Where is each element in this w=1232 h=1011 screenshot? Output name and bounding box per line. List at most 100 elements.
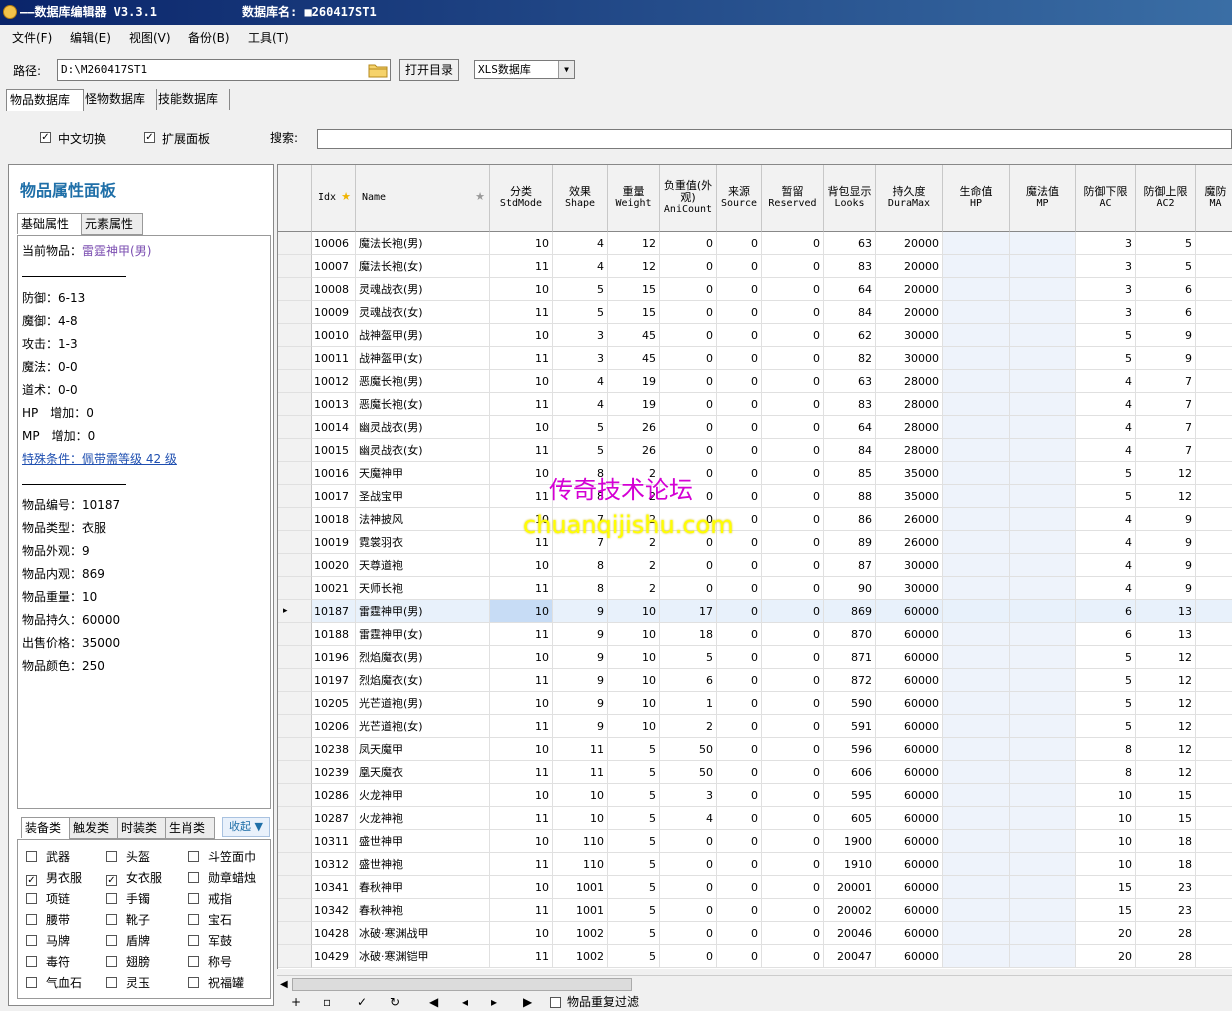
table-cell[interactable]: 64 <box>824 416 876 439</box>
menu-file[interactable]: 文件(F) <box>12 29 52 46</box>
table-cell[interactable]: 12 <box>1136 646 1196 669</box>
table-cell[interactable]: 冰破·寒渊战甲 <box>356 922 490 945</box>
table-cell[interactable] <box>943 669 1010 692</box>
table-cell[interactable] <box>943 784 1010 807</box>
table-cell[interactable]: 0 <box>762 876 824 899</box>
table-cell[interactable]: 火龙神甲 <box>356 784 490 807</box>
table-row[interactable]: 10206 光芒道袍(女) 11 9 10 2 0 0 591 60000 5 12 <box>278 715 1232 738</box>
table-row[interactable]: 10006 魔法长袍(男) 10 4 12 0 0 0 63 20000 3 5 <box>278 232 1232 255</box>
table-cell[interactable] <box>1010 784 1076 807</box>
table-cell[interactable]: 60000 <box>876 853 943 876</box>
table-cell[interactable]: 10 <box>490 232 553 255</box>
table-cell[interactable]: 0 <box>717 301 762 324</box>
table-cell[interactable]: 20 <box>1076 945 1136 968</box>
tab-element-attributes[interactable]: 元素属性 <box>81 213 143 235</box>
table-cell[interactable]: 18 <box>660 623 717 646</box>
table-cell[interactable] <box>1010 577 1076 600</box>
table-cell[interactable] <box>1196 646 1232 669</box>
table-cell[interactable]: 10428 <box>312 922 356 945</box>
table-cell[interactable]: 10 <box>490 646 553 669</box>
table-cell[interactable] <box>1010 255 1076 278</box>
table-cell[interactable] <box>943 899 1010 922</box>
table-cell[interactable]: 天尊道袍 <box>356 554 490 577</box>
table-cell[interactable]: 10188 <box>312 623 356 646</box>
category-filter-item[interactable]: ✓ 女衣服 <box>106 869 162 886</box>
table-cell[interactable]: 12 <box>1136 715 1196 738</box>
table-cell[interactable]: 12 <box>1136 738 1196 761</box>
table-cell[interactable]: 10311 <box>312 830 356 853</box>
table-cell[interactable]: 0 <box>762 347 824 370</box>
table-cell[interactable]: 10 <box>490 324 553 347</box>
table-cell[interactable] <box>1010 324 1076 347</box>
table-cell[interactable]: 10 <box>490 692 553 715</box>
table-cell[interactable]: 0 <box>762 692 824 715</box>
column-header[interactable]: 魔法值 MP <box>1010 165 1076 232</box>
table-cell[interactable]: 0 <box>660 922 717 945</box>
table-cell[interactable]: 春秋神袍 <box>356 899 490 922</box>
folder-icon[interactable] <box>368 62 388 78</box>
table-cell[interactable] <box>1010 623 1076 646</box>
table-cell[interactable]: 0 <box>717 577 762 600</box>
row-selector[interactable] <box>278 485 312 508</box>
table-cell[interactable]: 15 <box>1136 807 1196 830</box>
table-cell[interactable]: 幽灵战衣(女) <box>356 439 490 462</box>
table-cell[interactable]: 0 <box>762 554 824 577</box>
table-cell[interactable]: 2 <box>608 577 660 600</box>
table-cell[interactable] <box>1196 347 1232 370</box>
table-cell[interactable]: 5 <box>1076 347 1136 370</box>
table-cell[interactable] <box>943 554 1010 577</box>
category-checkbox[interactable] <box>188 893 199 904</box>
table-cell[interactable]: 0 <box>660 301 717 324</box>
table-cell[interactable]: 3 <box>1076 232 1136 255</box>
table-cell[interactable]: 0 <box>762 393 824 416</box>
table-cell[interactable]: 0 <box>660 347 717 370</box>
table-cell[interactable]: 60000 <box>876 899 943 922</box>
tab-basic-attributes[interactable]: 基础属性 <box>17 213 83 234</box>
table-cell[interactable]: 26000 <box>876 531 943 554</box>
table-cell[interactable]: 0 <box>717 830 762 853</box>
table-cell[interactable]: 1002 <box>553 945 608 968</box>
table-cell[interactable] <box>943 577 1010 600</box>
table-cell[interactable]: 10 <box>490 554 553 577</box>
table-cell[interactable] <box>1010 715 1076 738</box>
table-cell[interactable] <box>1010 232 1076 255</box>
table-cell[interactable] <box>1196 784 1232 807</box>
table-cell[interactable]: 11 <box>490 439 553 462</box>
table-row[interactable]: 10017 圣战宝甲 11 8 2 0 0 0 88 35000 5 12 <box>278 485 1232 508</box>
table-cell[interactable]: 10 <box>1076 784 1136 807</box>
table-row[interactable]: 10312 盛世神袍 11 110 5 0 0 0 1910 60000 10 18 <box>278 853 1232 876</box>
table-cell[interactable] <box>1196 876 1232 899</box>
category-checkbox[interactable] <box>188 851 199 862</box>
table-cell[interactable]: 9 <box>1136 508 1196 531</box>
table-row[interactable]: 10009 灵魂战衣(女) 11 5 15 0 0 0 84 20000 3 6 <box>278 301 1232 324</box>
table-cell[interactable]: 60000 <box>876 784 943 807</box>
category-filter-item[interactable]: 戒指 <box>188 890 232 907</box>
table-cell[interactable]: 4 <box>1076 554 1136 577</box>
table-cell[interactable] <box>943 439 1010 462</box>
table-cell[interactable]: 6 <box>660 669 717 692</box>
table-cell[interactable]: 10 <box>490 830 553 853</box>
table-cell[interactable]: 0 <box>660 416 717 439</box>
table-cell[interactable]: 0 <box>762 232 824 255</box>
table-cell[interactable]: 606 <box>824 761 876 784</box>
column-header[interactable]: Idx ★ <box>312 165 356 232</box>
path-input[interactable]: D:\M260417ST1 <box>57 59 391 81</box>
tab-monster-database[interactable]: 怪物数据库 <box>82 89 157 110</box>
tab-trigger[interactable]: 触发类 <box>69 817 119 839</box>
table-cell[interactable] <box>943 646 1010 669</box>
table-cell[interactable]: 13 <box>1136 600 1196 623</box>
category-checkbox[interactable] <box>106 956 117 967</box>
table-cell[interactable]: 7 <box>1136 370 1196 393</box>
table-cell[interactable]: 0 <box>717 393 762 416</box>
table-cell[interactable]: 12 <box>608 232 660 255</box>
table-cell[interactable] <box>1010 370 1076 393</box>
row-selector[interactable] <box>278 761 312 784</box>
table-cell[interactable]: 11 <box>490 945 553 968</box>
table-cell[interactable]: 10 <box>490 784 553 807</box>
row-selector[interactable] <box>278 393 312 416</box>
table-cell[interactable]: 88 <box>824 485 876 508</box>
table-cell[interactable]: 60000 <box>876 623 943 646</box>
table-cell[interactable] <box>1010 738 1076 761</box>
table-cell[interactable]: 11 <box>490 761 553 784</box>
table-cell[interactable]: 10014 <box>312 416 356 439</box>
